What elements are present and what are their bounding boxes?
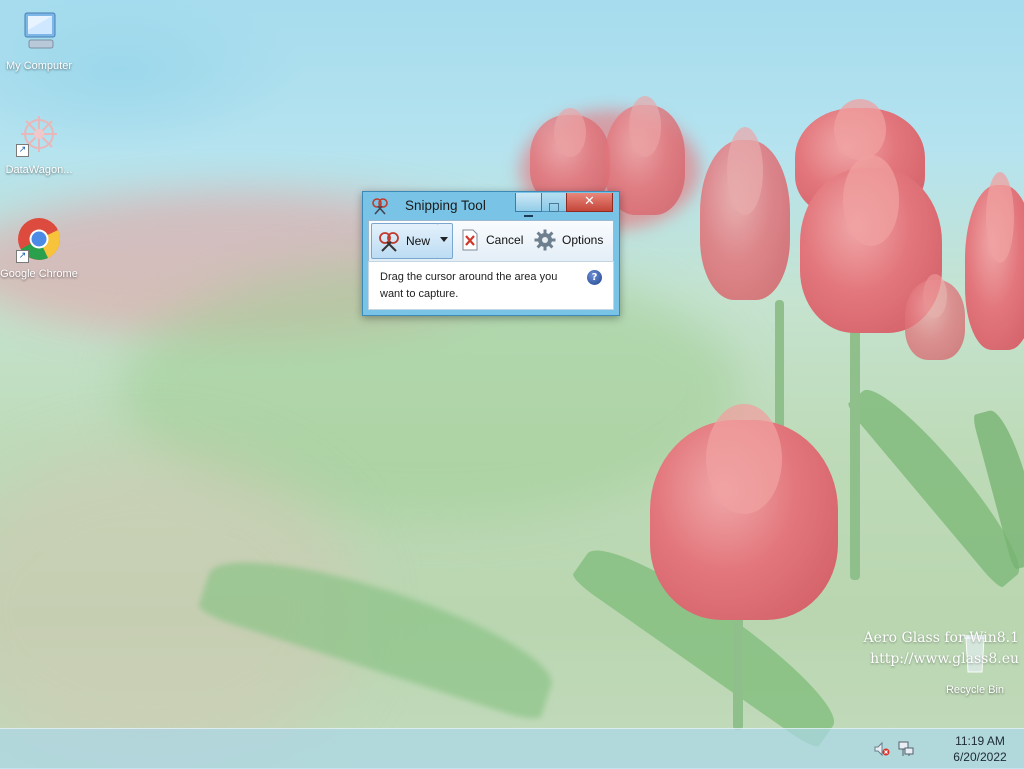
desktop-icon-label: Recycle Bin [945, 684, 1005, 696]
close-button[interactable]: ✕ [566, 193, 613, 212]
snipping-tool-window: Snipping Tool ✕ New Cancel Options Drag … [362, 191, 620, 316]
window-title: Snipping Tool [405, 198, 486, 213]
minimize-icon [516, 202, 541, 217]
close-icon: ✕ [584, 194, 595, 209]
volume-muted-icon[interactable] [874, 741, 890, 757]
new-snip-button[interactable]: New [371, 223, 439, 259]
wallpaper-stem [733, 610, 743, 730]
desktop: My Computer ↗ DataWagon... ↗ Google Chro… [0, 0, 1024, 768]
gear-icon [534, 229, 556, 251]
desktop-icon-label: DataWagon... [5, 164, 73, 176]
watermark-line-2: http://www.glass8.eu [870, 651, 1019, 667]
snipping-toolbar: New Cancel Options [368, 220, 614, 262]
clock-date: 6/20/2022 [953, 750, 1007, 764]
minimize-button[interactable] [515, 193, 542, 217]
shortcut-arrow-icon: ↗ [16, 250, 29, 263]
wallpaper-tulip [965, 171, 1024, 350]
options-label: Options [562, 233, 604, 247]
clock-time: 11:19 AM [955, 734, 1005, 748]
computer-icon [24, 12, 56, 49]
window-titlebar[interactable]: Snipping Tool ✕ [363, 192, 619, 220]
watermark-line-1: Aero Glass for Win8.1 [863, 630, 1019, 646]
chevron-down-icon [440, 237, 448, 242]
desktop-icon-label: My Computer [5, 60, 73, 72]
aero-glass-watermark: Aero Glass for Win8.1 http://www.glass8.… [864, 628, 1019, 670]
cancel-button[interactable]: Cancel [458, 223, 526, 257]
instruction-text: Drag the cursor around the area you want… [380, 271, 558, 300]
desktop-icon-datawagon[interactable]: ↗ DataWagon... [0, 112, 78, 180]
shortcut-arrow-icon: ↗ [16, 144, 29, 157]
desktop-icon-label: Google Chrome [0, 268, 78, 280]
cancel-label: Cancel [486, 233, 524, 247]
instruction-panel: Drag the cursor around the area you want… [368, 261, 614, 310]
cancel-icon [462, 229, 478, 251]
taskbar: 11:19 AM 6/20/2022 [0, 728, 1024, 769]
taskbar-clock[interactable]: 11:19 AM 6/20/2022 [940, 733, 1020, 765]
wallpaper-tulip [905, 273, 965, 360]
wallpaper-stem [775, 300, 784, 440]
help-icon[interactable]: ? [587, 270, 602, 285]
desktop-icon-google-chrome[interactable]: ↗ Google Chrome [0, 216, 78, 298]
wallpaper-tulip [650, 404, 838, 620]
new-label: New [406, 234, 431, 248]
new-mode-dropdown-button[interactable] [437, 223, 453, 259]
maximize-icon [542, 197, 566, 216]
new-snip-icon [379, 232, 399, 252]
wallpaper-tulip [700, 127, 790, 300]
options-button[interactable]: Options [530, 223, 610, 257]
wallpaper-stem [850, 320, 860, 580]
desktop-icon-my-computer[interactable]: My Computer [0, 10, 78, 76]
network-icon[interactable] [898, 741, 914, 757]
maximize-button[interactable] [541, 193, 567, 212]
snipping-tool-icon [372, 198, 388, 215]
